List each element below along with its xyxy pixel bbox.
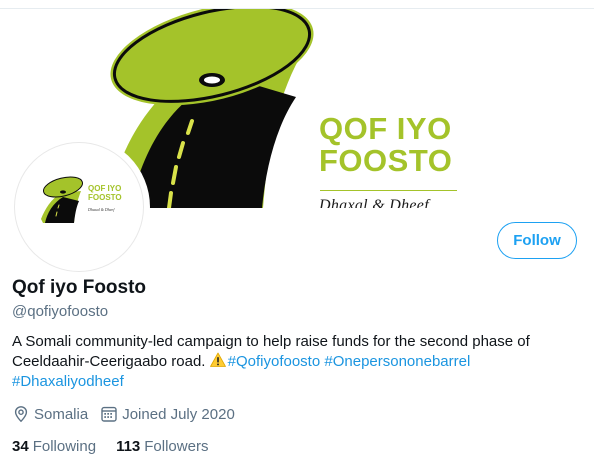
avatar-logo-line1: QOF IYO (88, 184, 122, 193)
avatar-logo-tagline: Dhaxal & Dheef (88, 207, 115, 212)
avatar-logo-line2: FOOSTO (88, 193, 122, 202)
profile-bio: A Somali community-led campaign to help … (12, 332, 582, 392)
followers-link[interactable]: 113 Followers (116, 438, 208, 455)
banner-logo-divider (320, 190, 457, 191)
profile-meta: Somalia Joined July 2020 (12, 404, 247, 424)
avatar-logo-wordmark: QOF IYO FOOSTO (88, 184, 122, 202)
following-label: Following (32, 437, 97, 455)
profile-display-name: Qof iyo Foosto (12, 277, 147, 298)
followers-count: 113 (116, 437, 141, 455)
banner-logo-line1: QOF IYO (319, 111, 452, 146)
profile-handle: @qofiyofoosto (12, 303, 109, 320)
avatar-image: QOF IYO FOOSTO Dhaxal & Dheef (14, 142, 144, 272)
banner-logo-tagline: Dhaxal & Dheef (319, 197, 429, 208)
joined-item: Joined July 2020 (100, 405, 235, 423)
hashtag-link-dhaxaliyodheef[interactable]: #Dhaxaliyodheef (12, 373, 124, 390)
followers-label: Followers (144, 437, 209, 455)
following-count: 34 (12, 437, 29, 455)
banner-logo-line2: FOOSTO (319, 143, 453, 178)
calendar-icon (101, 406, 117, 422)
location-pin-icon (14, 406, 28, 423)
profile-stats: 34 Following 113 Followers (12, 436, 228, 456)
location-item: Somalia (12, 405, 88, 423)
follow-button[interactable]: Follow (497, 222, 577, 259)
following-link[interactable]: 34 Following (12, 438, 96, 455)
avatar-logo-graphic (41, 176, 84, 223)
avatar[interactable]: QOF IYO FOOSTO Dhaxal & Dheef (12, 140, 146, 274)
location-text: Somalia (34, 405, 89, 423)
hashtag-link-qofiyofoosto[interactable]: #Qofiyofoosto (228, 353, 321, 370)
joined-text: Joined July 2020 (122, 405, 235, 423)
banner-logo-wordmark: QOF IYO FOOSTO (319, 113, 452, 177)
warning-emoji-icon (209, 352, 226, 367)
hashtag-link-onepersononebarrel[interactable]: #Onepersononebarrel (324, 353, 470, 370)
